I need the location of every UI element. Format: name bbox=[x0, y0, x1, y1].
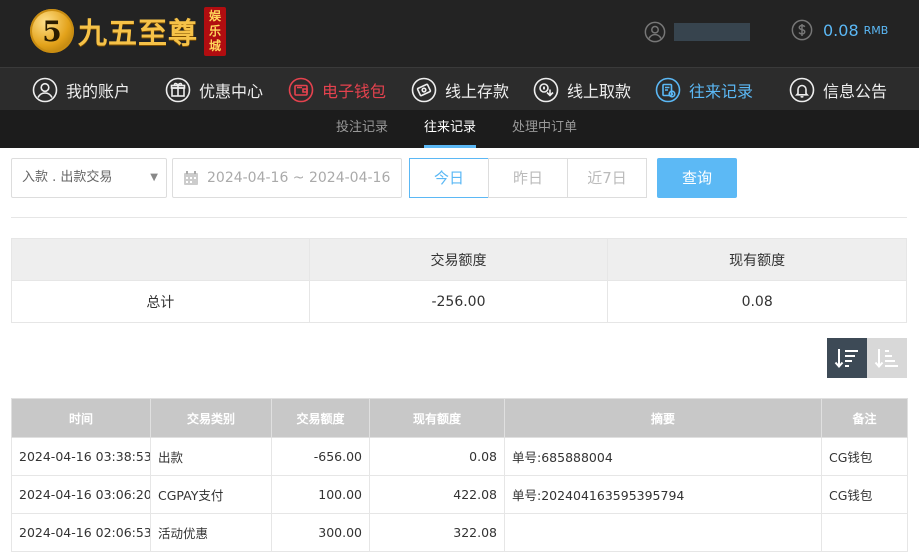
user-icon bbox=[644, 21, 666, 43]
sort-asc-icon bbox=[874, 349, 898, 369]
summary-label: 总计 bbox=[11, 280, 310, 323]
records-table: 时间 交易类别 交易额度 现有额度 摘要 备注 2024-04-16 03:38… bbox=[11, 398, 908, 552]
range-today-button[interactable]: 今日 bbox=[409, 158, 489, 198]
column-header: 时间 bbox=[11, 398, 151, 438]
nav-label: 我的账户 bbox=[66, 81, 131, 101]
cell-summary bbox=[504, 513, 822, 552]
user-circle-icon bbox=[32, 77, 58, 102]
summary-header bbox=[11, 238, 310, 281]
coin-icon bbox=[791, 19, 813, 41]
cell-type: CGPAY支付 bbox=[150, 475, 272, 514]
nav-transaction-records[interactable]: 往来记录 bbox=[655, 68, 753, 111]
date-range-input[interactable]: 2024-04-16 ~ 2024-04-16 bbox=[172, 158, 402, 198]
tab-bet-records[interactable]: 投注记录 bbox=[336, 110, 388, 148]
cell-summary: 单号:202404163595395794 bbox=[504, 475, 822, 514]
date-range-value: 2024-04-16 ~ 2024-04-16 bbox=[207, 170, 391, 186]
cell-amount: 100.00 bbox=[271, 475, 370, 514]
cell-balance: 0.08 bbox=[369, 437, 505, 476]
sort-ascending-button[interactable] bbox=[867, 338, 907, 378]
summary-transaction-amount: -256.00 bbox=[308, 280, 609, 323]
sort-descending-button[interactable] bbox=[827, 338, 867, 378]
column-header: 交易额度 bbox=[271, 398, 370, 438]
top-header: 5 九五至尊 娱乐城 ******** 0.08 RMB bbox=[0, 0, 919, 67]
nav-label: 优惠中心 bbox=[199, 81, 264, 101]
summary-header-row: 交易额度 现有额度 bbox=[11, 238, 907, 281]
cell-type: 活动优惠 bbox=[150, 513, 272, 552]
gift-icon bbox=[165, 77, 191, 102]
cell-note: CG钱包 bbox=[821, 437, 908, 476]
range-yesterday-button[interactable]: 昨日 bbox=[488, 158, 568, 198]
table-row: 2024-04-16 03:06:20 CGPAY支付 100.00 422.0… bbox=[11, 475, 908, 514]
nav-promotions[interactable]: 优惠中心 bbox=[165, 68, 263, 111]
sub-nav: 投注记录 往来记录 处理中订单 bbox=[0, 110, 919, 148]
select-value: 入款 . 出款交易 bbox=[22, 170, 113, 185]
cell-balance: 322.08 bbox=[369, 513, 505, 552]
column-header: 交易类别 bbox=[150, 398, 272, 438]
brand-name: 九五至尊 bbox=[78, 16, 199, 50]
cell-note: CG钱包 bbox=[821, 475, 908, 514]
column-header: 摘要 bbox=[504, 398, 822, 438]
username: ******** bbox=[674, 23, 750, 41]
summary-header: 现有额度 bbox=[607, 238, 907, 281]
sort-desc-icon bbox=[834, 349, 858, 369]
nav-label: 电子钱包 bbox=[322, 81, 387, 101]
cell-time: 2024-04-16 03:38:53 bbox=[11, 437, 151, 476]
nav-online-deposit[interactable]: 线上存款 bbox=[411, 68, 509, 111]
brand-badge: 娱乐城 bbox=[204, 6, 227, 56]
nav-e-wallet[interactable]: 电子钱包 bbox=[288, 68, 386, 111]
cell-type: 出款 bbox=[150, 437, 272, 476]
tab-transaction-records[interactable]: 往来记录 bbox=[424, 110, 477, 148]
column-header: 现有额度 bbox=[369, 398, 505, 438]
chevron-down-icon: ▼ bbox=[150, 172, 158, 183]
records-header-row: 时间 交易类别 交易额度 现有额度 摘要 备注 bbox=[11, 398, 908, 438]
nav-announcements[interactable]: 信息公告 bbox=[789, 68, 887, 111]
bell-icon bbox=[789, 77, 815, 102]
main-nav: 我的账户 优惠中心 电子钱包 线上存款 线上取款 往来记录 信息公告 bbox=[0, 67, 919, 110]
cell-amount: -656.00 bbox=[271, 437, 370, 476]
tab-pending-orders[interactable]: 处理中订单 bbox=[512, 110, 577, 148]
nav-label: 线上存款 bbox=[445, 81, 510, 101]
cell-time: 2024-04-16 02:06:53 bbox=[11, 513, 151, 552]
cell-time: 2024-04-16 03:06:20 bbox=[11, 475, 151, 514]
summary-header: 交易额度 bbox=[308, 238, 609, 281]
cell-note bbox=[821, 513, 908, 552]
nav-label: 线上取款 bbox=[567, 81, 632, 101]
balance-amount: 0.08 bbox=[823, 20, 859, 40]
range-7days-button[interactable]: 近7日 bbox=[567, 158, 647, 198]
brand-logo[interactable]: 5 九五至尊 娱乐城 bbox=[30, 6, 227, 56]
balance-display: 0.08 RMB bbox=[791, 19, 888, 41]
cell-amount: 300.00 bbox=[271, 513, 370, 552]
records-icon bbox=[655, 77, 681, 102]
cell-balance: 422.08 bbox=[369, 475, 505, 514]
summary-total-row: 总计 -256.00 0.08 bbox=[11, 280, 907, 323]
withdraw-icon bbox=[533, 77, 559, 102]
summary-current-amount: 0.08 bbox=[607, 280, 907, 323]
summary-table: 交易额度 现有额度 总计 -256.00 0.08 bbox=[11, 238, 907, 323]
table-row: 2024-04-16 03:38:53 出款 -656.00 0.08 单号:6… bbox=[11, 437, 908, 476]
user-area[interactable]: ******** bbox=[644, 18, 750, 46]
divider bbox=[11, 217, 907, 218]
column-header: 备注 bbox=[821, 398, 908, 438]
transaction-type-select[interactable]: 入款 . 出款交易 ▼ bbox=[11, 158, 167, 198]
cell-summary: 单号:685888004 bbox=[504, 437, 822, 476]
nav-my-account[interactable]: 我的账户 bbox=[32, 68, 130, 111]
nav-label: 信息公告 bbox=[823, 81, 888, 101]
nav-label: 往来记录 bbox=[689, 81, 754, 101]
nav-online-withdraw[interactable]: 线上取款 bbox=[533, 68, 631, 111]
query-button[interactable]: 查询 bbox=[657, 158, 737, 198]
balance-currency: RMB bbox=[863, 23, 889, 37]
wallet-icon bbox=[288, 77, 314, 102]
table-row: 2024-04-16 02:06:53 活动优惠 300.00 322.08 bbox=[11, 513, 908, 552]
logo-mark: 5 bbox=[30, 9, 74, 53]
deposit-icon bbox=[411, 77, 437, 102]
calendar-icon bbox=[184, 171, 198, 185]
